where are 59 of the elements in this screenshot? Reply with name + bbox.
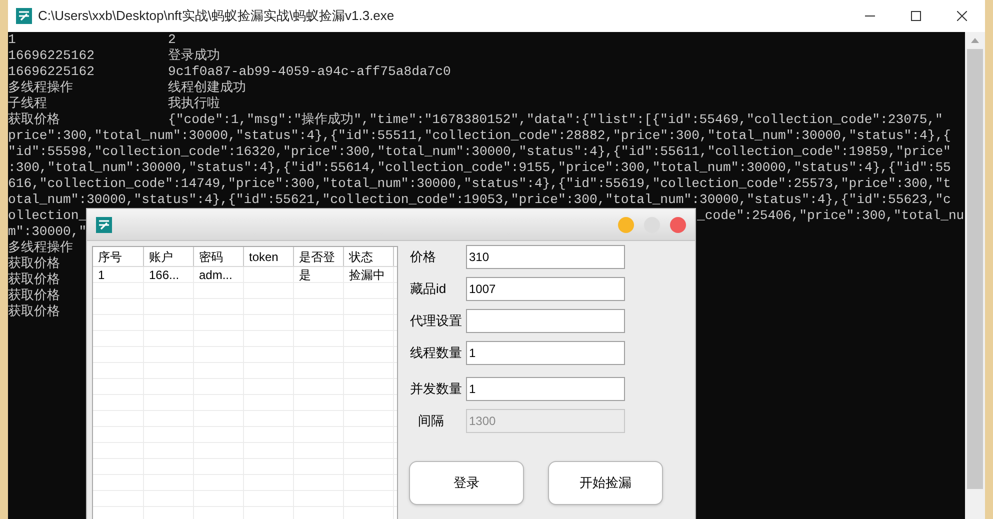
table-cell-text: adm... xyxy=(199,266,232,284)
console-text: 子线程 xyxy=(8,96,48,112)
console-text: otal_num":30000,"status":4},{"id":55621,"collection_code":19053,"price":300,"total_num":30000,"status":4},{"id":55623,"c xyxy=(8,192,951,208)
console-text: 获取价格 xyxy=(8,304,60,319)
console-text: :300,"total_num":30000,"status":4},{"id":55614,"collection_code":9155,"price":300,"total_num":30000,"status":4},{"id":55 xyxy=(8,160,951,176)
close-icon xyxy=(957,11,967,21)
console-text: 616,"collection_code":14749,"price":300,"total_num":30000,"status":4},{"id":55619,"collection_code":25573,"price":300,"t xyxy=(8,176,951,192)
column-header[interactable]: 密码 xyxy=(194,247,244,266)
dialog-button[interactable]: 开始捡漏 xyxy=(548,461,663,505)
close-button[interactable] xyxy=(670,216,686,232)
console-text: 2 xyxy=(168,32,176,48)
field-label: 价格 xyxy=(410,248,437,266)
console-text: 9c1f0a87-ab99-4059-a94c-aff75a8da7c0 xyxy=(168,64,451,80)
input-field[interactable] xyxy=(466,309,625,333)
console-text: 多线程操作 xyxy=(8,240,73,255)
table-cell-text: 是 xyxy=(299,266,311,284)
window-title: C:\Users\xxb\Desktop\nft实战\蚂蚁捡漏实战\蚂蚁捡漏v1.3.exe xyxy=(38,7,394,26)
input-field[interactable]: 1 xyxy=(466,341,625,365)
console-text: _code":25406,"price":300,"total_nu xyxy=(697,208,964,224)
app-icon xyxy=(16,8,32,24)
input-field[interactable]: 310 xyxy=(466,245,625,269)
console-text: 16696225162 xyxy=(8,48,96,64)
console-text: 16696225162 xyxy=(8,64,96,80)
field-label: 并发数量 xyxy=(410,380,463,398)
console-text: "id":55598,"collection_code":16320,"price":300,"total_num":30000,"status":4},{"id":55611,"collection_code":19859,"price" xyxy=(8,144,951,160)
scrollbar[interactable] xyxy=(965,32,985,519)
app-icon xyxy=(96,216,112,232)
console-text: 登录成功 xyxy=(168,48,220,64)
column-header[interactable]: 是否登 xyxy=(294,247,344,266)
console-text: 获取价格 xyxy=(8,256,60,271)
console-text: m":30000," xyxy=(8,224,87,239)
console-text: 1 xyxy=(8,32,17,48)
minimize-button[interactable] xyxy=(618,216,634,232)
field-label: 线程数量 xyxy=(410,344,463,362)
column-header[interactable]: 序号 xyxy=(93,247,144,266)
field-label: 藏品id xyxy=(410,280,448,298)
table-cell-text: 166... xyxy=(149,266,180,284)
table-cell-text: 1 xyxy=(98,266,105,284)
field-label: 间隔 xyxy=(417,412,445,430)
column-header[interactable]: 账户 xyxy=(144,247,194,266)
table-cell-text: 捡漏中 xyxy=(349,266,385,284)
maximize-icon xyxy=(911,11,921,21)
console-text: 我执行啦 xyxy=(168,96,220,112)
field-label: 代理设置 xyxy=(410,312,463,330)
scrollbar-thumb[interactable] xyxy=(967,49,983,489)
input-field[interactable]: 1007 xyxy=(466,277,625,301)
console-text: 获取价格 xyxy=(8,288,60,303)
input-field[interactable]: 1 xyxy=(466,377,625,401)
console-text: 线程创建成功 xyxy=(168,80,246,96)
console-text: 多线程操作 xyxy=(8,80,74,96)
console-text: {"code":1,"msg":"操作成功","time":"1678380152","data":{"list":[{"id":55469,"collection_code":23075," xyxy=(168,112,943,128)
dialog-button[interactable]: 登录 xyxy=(409,461,524,505)
column-header[interactable]: token xyxy=(244,247,294,266)
console-text: price":300,"total_num":30000,"status":4},{"id":55511,"collection_code":28882,"price":300,"total_num":30000,"status":4},{ xyxy=(8,128,951,144)
console-text: ollection_ xyxy=(8,208,87,223)
console-text: 获取价格 xyxy=(8,272,60,287)
console-text: 获取价格 xyxy=(8,112,61,128)
column-header[interactable]: 状态 xyxy=(344,247,394,266)
scroll-up-icon[interactable] xyxy=(971,38,979,43)
